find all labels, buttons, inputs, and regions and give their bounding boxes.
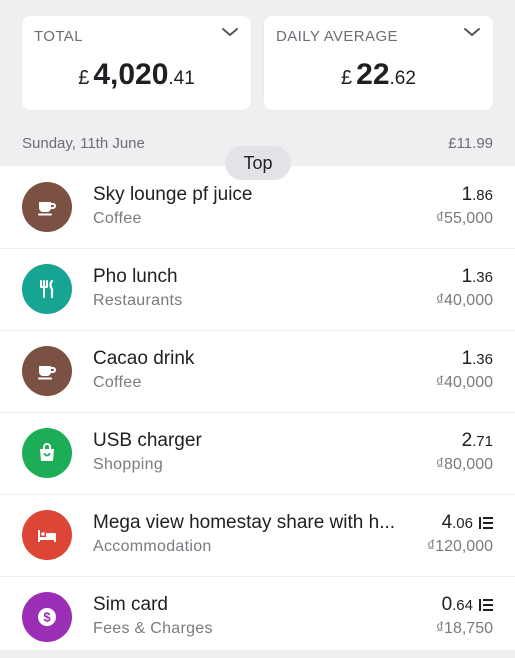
amount-decimals: .36 (472, 269, 493, 286)
daily-average-currency: £ (341, 67, 353, 89)
svg-text:$: $ (43, 610, 51, 625)
transaction-row[interactable]: Mega view homestay share with h... Accom… (0, 494, 515, 577)
amount-integer: 1 (461, 184, 473, 205)
total-amount: £4,020.41 (22, 58, 251, 92)
amount-integer: 1 (461, 348, 473, 369)
transaction-title: USB charger (93, 430, 202, 451)
amount-decimals: .64 (452, 597, 473, 614)
amount-decimals: .06 (452, 515, 473, 532)
transaction-title: Sim card (93, 594, 168, 615)
transaction-amount: 1.86 (462, 184, 493, 206)
transaction-row[interactable]: Pho lunch Restaurants 1.36 ₫40,000 (0, 248, 515, 331)
category-icon-badge (22, 182, 72, 232)
amount-decimals: .86 (472, 187, 493, 204)
transaction-amount: 1.36 (462, 266, 493, 288)
dollar-coin-icon: $ (38, 608, 56, 626)
transaction-title: Mega view homestay share with h... (93, 512, 396, 533)
summary-cards: TOTAL £4,020.41 DAILY AVERAGE £22.62 (0, 0, 515, 130)
notes-list-icon (479, 517, 493, 529)
category-icon-badge: $ (22, 592, 72, 642)
chevron-down-icon[interactable] (463, 26, 481, 38)
total-label: TOTAL (34, 28, 83, 45)
category-icon-badge (22, 346, 72, 396)
shopping-bag-icon (40, 443, 54, 461)
transaction-category: Shopping (93, 456, 164, 473)
amount-decimals: .36 (472, 351, 493, 368)
transaction-local-amount: ₫18,750 (435, 620, 493, 637)
transaction-list: Sky lounge pf juice Coffee 1.86 ₫55,000 … (0, 166, 515, 650)
transaction-local-amount: ₫80,000 (435, 456, 493, 473)
category-icon-badge (22, 510, 72, 560)
transaction-row[interactable]: Cacao drink Coffee 1.36 ₫40,000 (0, 330, 515, 413)
total-integer: 4,020 (93, 58, 169, 91)
daily-average-decimals: .62 (389, 68, 416, 89)
amount-integer: 4 (441, 512, 453, 533)
transaction-amount: 2.71 (462, 430, 493, 452)
transaction-category: Accommodation (93, 538, 212, 555)
transaction-title: Sky lounge pf juice (93, 184, 253, 205)
total-currency: £ (78, 67, 90, 89)
category-icon-badge (22, 264, 72, 314)
amount-integer: 0 (441, 594, 453, 615)
amount-integer: 2 (461, 430, 473, 451)
transaction-title: Pho lunch (93, 266, 178, 287)
transaction-amount: 4.06 (442, 512, 473, 534)
daily-average-card[interactable]: DAILY AVERAGE £22.62 (264, 16, 493, 110)
amount-integer: 1 (461, 266, 473, 287)
total-card[interactable]: TOTAL £4,020.41 (22, 16, 251, 110)
transaction-category: Fees & Charges (93, 620, 213, 637)
daily-average-integer: 22 (356, 58, 390, 91)
scroll-to-top-button[interactable]: Top (225, 146, 291, 180)
transaction-category: Coffee (93, 210, 142, 227)
transaction-category: Restaurants (93, 292, 183, 309)
coffee-cup-icon (38, 366, 56, 380)
fork-knife-icon (40, 279, 54, 299)
coffee-cup-icon (38, 202, 56, 216)
daily-average-label: DAILY AVERAGE (276, 28, 398, 45)
total-decimals: .41 (168, 68, 195, 89)
chevron-down-icon[interactable] (221, 26, 239, 38)
daily-average-amount: £22.62 (264, 58, 493, 92)
transaction-row[interactable]: $ Sim card Fees & Charges 0.64 ₫18,750 (0, 576, 515, 658)
category-icon-badge (22, 428, 72, 478)
transaction-category: Coffee (93, 374, 142, 391)
transaction-local-amount: ₫40,000 (435, 374, 493, 391)
day-date: Sunday, 11th June (22, 135, 145, 152)
transaction-local-amount: ₫120,000 (426, 538, 493, 555)
day-total: £11.99 (448, 135, 493, 152)
transaction-amount: 1.36 (462, 348, 493, 370)
transaction-title: Cacao drink (93, 348, 195, 369)
transaction-local-amount: ₫55,000 (435, 210, 493, 227)
transaction-local-amount: ₫40,000 (435, 292, 493, 309)
notes-list-icon (479, 599, 493, 611)
transaction-row[interactable]: USB charger Shopping 2.71 ₫80,000 (0, 412, 515, 495)
bed-icon (38, 530, 56, 542)
amount-decimals: .71 (472, 433, 493, 450)
transaction-amount: 0.64 (442, 594, 473, 616)
